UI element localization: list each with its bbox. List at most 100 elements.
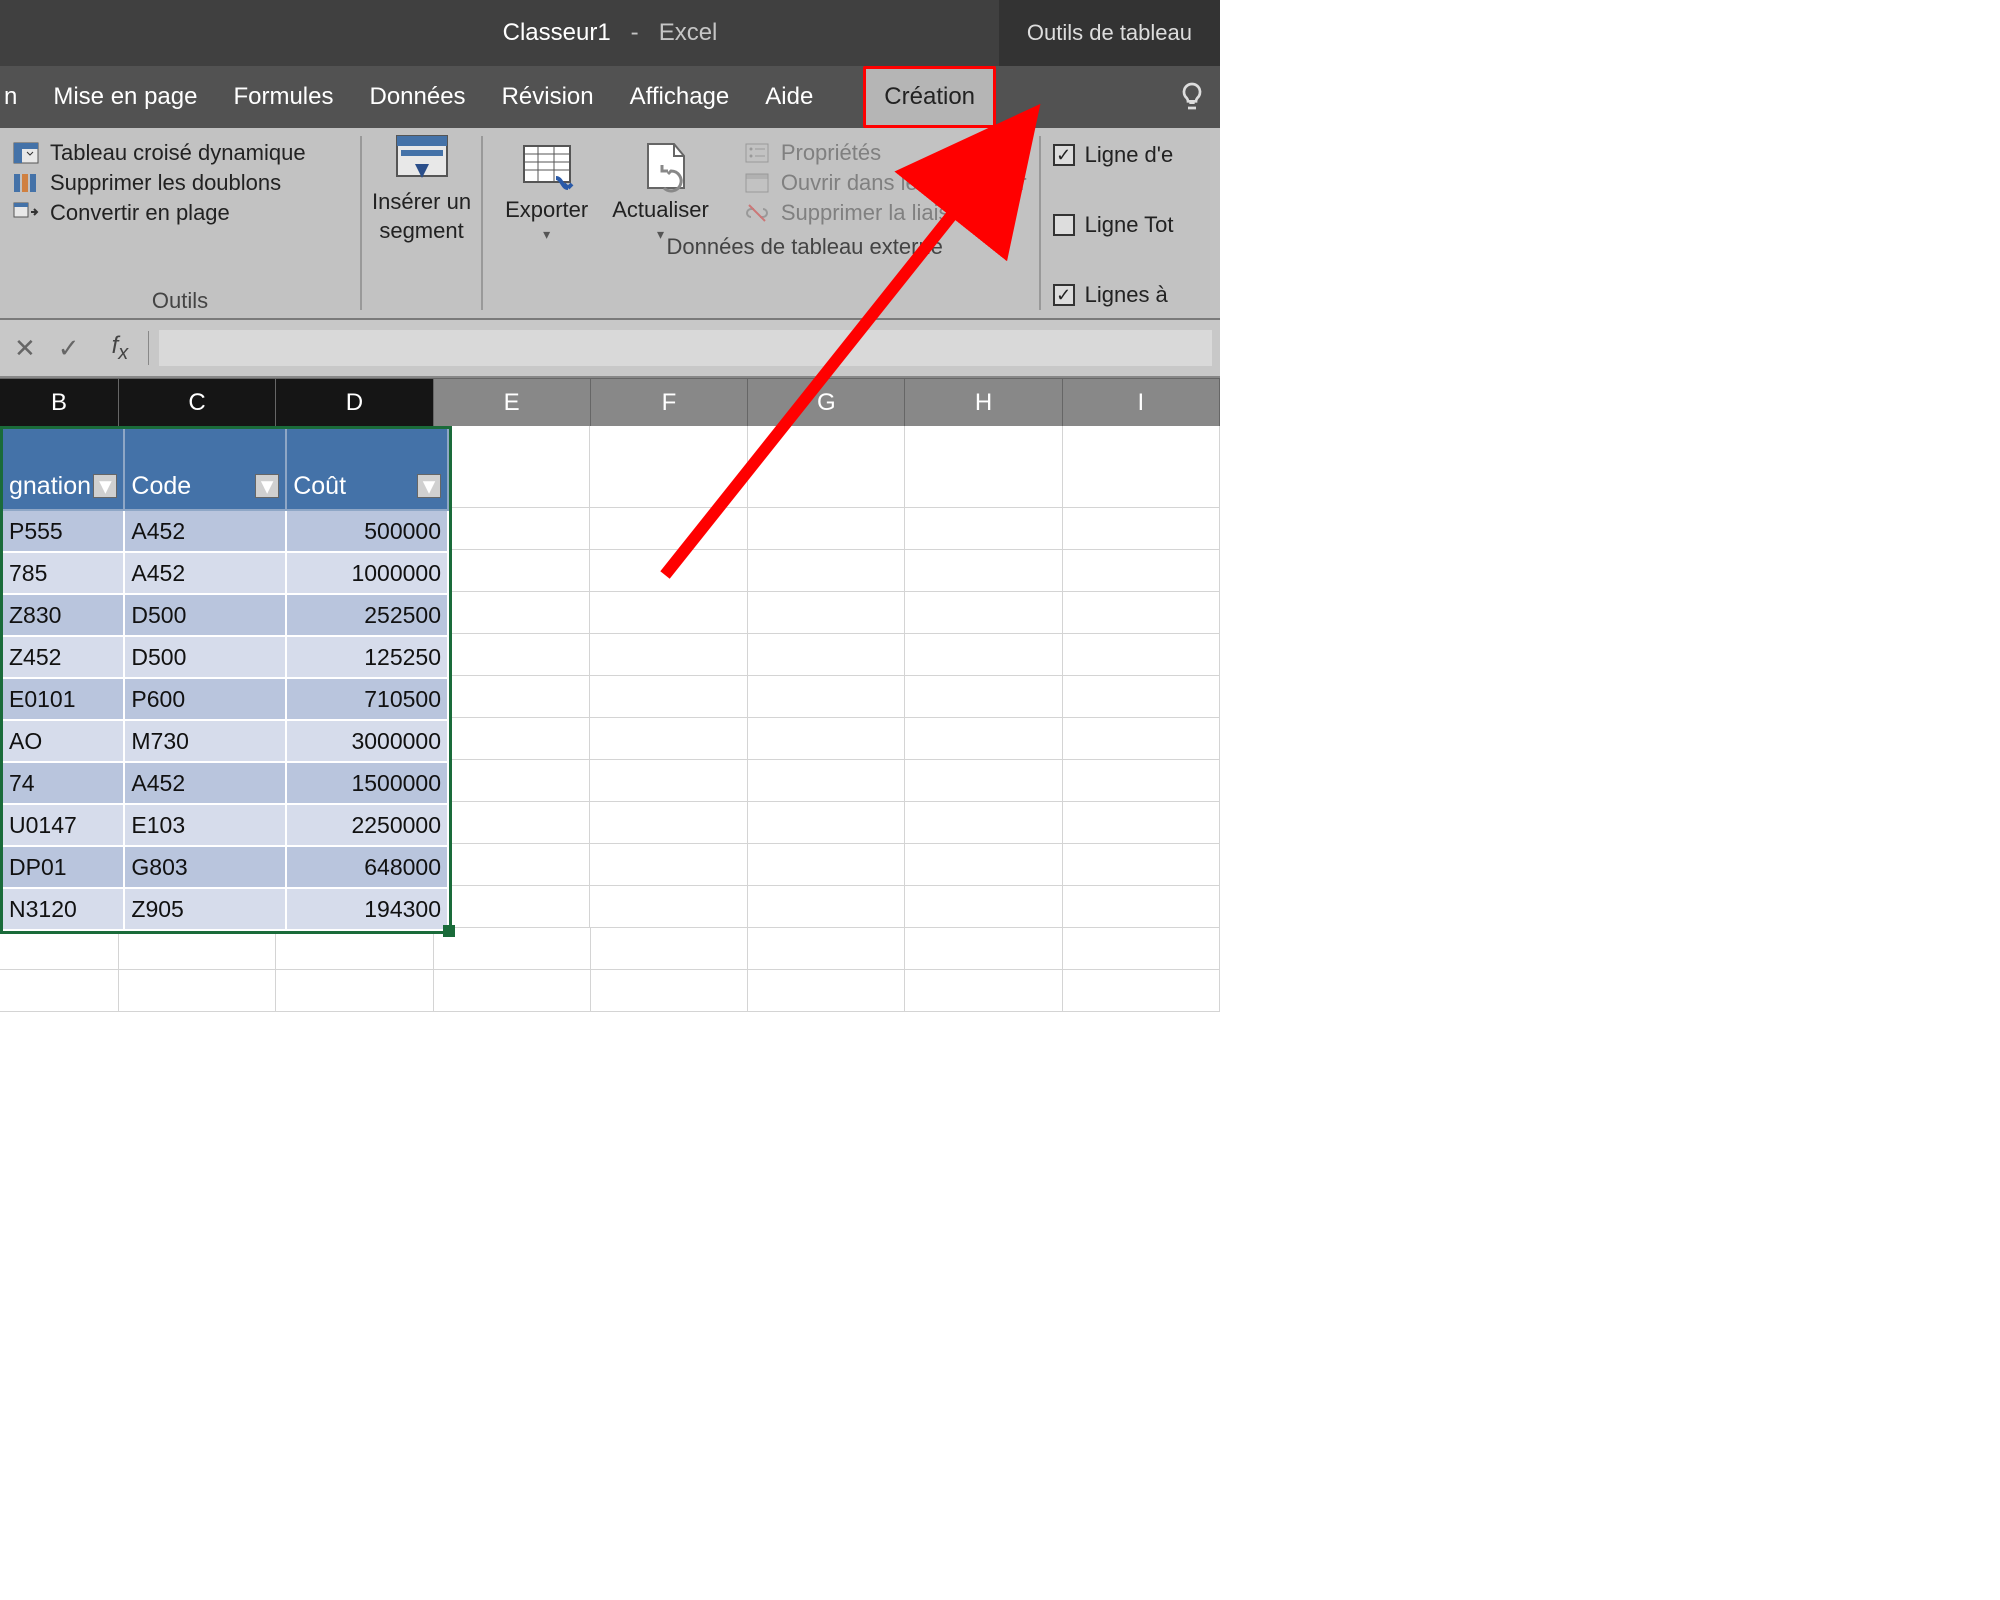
- cell[interactable]: [748, 886, 906, 928]
- cell[interactable]: [590, 844, 748, 886]
- table-header-designation[interactable]: gnation ▾: [3, 429, 125, 511]
- cell[interactable]: AO: [3, 721, 125, 763]
- table-header-code[interactable]: Code ▾: [125, 429, 287, 511]
- cell[interactable]: [276, 970, 433, 1012]
- cell[interactable]: [590, 508, 748, 550]
- cell[interactable]: [590, 592, 748, 634]
- btn-refresh[interactable]: Actualiser ▾: [602, 136, 719, 247]
- col-header-i[interactable]: I: [1063, 379, 1220, 426]
- tab-data[interactable]: Données: [351, 66, 483, 128]
- cell[interactable]: [748, 426, 906, 508]
- tab-page-layout[interactable]: Mise en page: [35, 66, 215, 128]
- formula-cancel-btn[interactable]: ✕: [8, 333, 42, 364]
- cell[interactable]: A452: [125, 553, 287, 595]
- cell[interactable]: G803: [125, 847, 287, 889]
- cell[interactable]: [748, 550, 906, 592]
- check-total-row[interactable]: Ligne Tot: [1053, 212, 1174, 238]
- filter-dropdown-icon[interactable]: ▾: [93, 474, 117, 498]
- cell[interactable]: [433, 592, 591, 634]
- formula-input[interactable]: [159, 330, 1212, 366]
- cell[interactable]: [905, 886, 1063, 928]
- cell[interactable]: D500: [125, 637, 287, 679]
- tab-review[interactable]: Révision: [484, 66, 612, 128]
- cell[interactable]: U0147: [3, 805, 125, 847]
- contextual-tab-table-tools[interactable]: Outils de tableau: [999, 0, 1220, 66]
- cell[interactable]: [433, 676, 591, 718]
- tab-creation[interactable]: Création: [863, 66, 996, 128]
- cell[interactable]: 3000000: [287, 721, 449, 763]
- col-header-h[interactable]: H: [905, 379, 1062, 426]
- cell[interactable]: [276, 928, 433, 970]
- cell[interactable]: 1500000: [287, 763, 449, 805]
- cell[interactable]: [433, 550, 591, 592]
- tab-view[interactable]: Affichage: [612, 66, 748, 128]
- cell[interactable]: [1063, 928, 1220, 970]
- cell[interactable]: [1063, 886, 1221, 928]
- cell[interactable]: P600: [125, 679, 287, 721]
- cell[interactable]: [748, 508, 906, 550]
- fx-label[interactable]: fx: [112, 332, 129, 365]
- cell[interactable]: [119, 970, 276, 1012]
- tab-help[interactable]: Aide: [747, 66, 831, 128]
- cell[interactable]: [1063, 802, 1221, 844]
- cell[interactable]: Z830: [3, 595, 125, 637]
- cell[interactable]: 1000000: [287, 553, 449, 595]
- cell[interactable]: [1063, 508, 1221, 550]
- btn-remove-duplicates[interactable]: Supprimer les doublons: [12, 170, 348, 196]
- cell[interactable]: [905, 760, 1063, 802]
- tab-formulas[interactable]: Formules: [215, 66, 351, 128]
- cell[interactable]: [0, 970, 119, 1012]
- cell[interactable]: [1063, 676, 1221, 718]
- cell[interactable]: [433, 760, 591, 802]
- cell[interactable]: [434, 928, 591, 970]
- tell-me-icon[interactable]: [1176, 80, 1208, 119]
- cell[interactable]: [748, 928, 905, 970]
- cell[interactable]: [905, 928, 1062, 970]
- formula-accept-btn[interactable]: ✓: [52, 333, 86, 364]
- cell[interactable]: [591, 928, 748, 970]
- cell[interactable]: [905, 426, 1063, 508]
- cell[interactable]: [1063, 970, 1220, 1012]
- cell[interactable]: [433, 508, 591, 550]
- cell[interactable]: [748, 592, 906, 634]
- cell[interactable]: [748, 970, 905, 1012]
- cell[interactable]: A452: [125, 763, 287, 805]
- tab-partial-left[interactable]: n: [0, 66, 35, 128]
- cell[interactable]: [905, 676, 1063, 718]
- cell[interactable]: [1063, 426, 1221, 508]
- cell[interactable]: [590, 634, 748, 676]
- cell[interactable]: E0101: [3, 679, 125, 721]
- cell[interactable]: [905, 508, 1063, 550]
- cell[interactable]: [1063, 634, 1221, 676]
- btn-export[interactable]: Exporter ▾: [495, 136, 598, 247]
- cell[interactable]: [433, 426, 591, 508]
- table-resize-handle[interactable]: [443, 925, 455, 937]
- filter-dropdown-icon[interactable]: ▾: [417, 474, 441, 498]
- cell[interactable]: 785: [3, 553, 125, 595]
- cell[interactable]: P555: [3, 511, 125, 553]
- cell[interactable]: [1063, 844, 1221, 886]
- cell[interactable]: N3120: [3, 889, 125, 931]
- cell[interactable]: [590, 718, 748, 760]
- cell[interactable]: 194300: [287, 889, 449, 931]
- btn-pivot-table[interactable]: Tableau croisé dynamique: [12, 140, 348, 166]
- cell[interactable]: [1063, 550, 1221, 592]
- cell[interactable]: [590, 426, 748, 508]
- cell[interactable]: [748, 844, 906, 886]
- cell[interactable]: [905, 592, 1063, 634]
- cell[interactable]: [119, 928, 276, 970]
- cell[interactable]: [748, 634, 906, 676]
- cell[interactable]: [905, 802, 1063, 844]
- cell[interactable]: [591, 970, 748, 1012]
- cell[interactable]: [1063, 760, 1221, 802]
- excel-table[interactable]: gnation ▾ Code ▾ Coût ▾ P555A45250000078…: [0, 426, 452, 934]
- cell[interactable]: [434, 970, 591, 1012]
- col-header-f[interactable]: F: [591, 379, 748, 426]
- cell[interactable]: [433, 634, 591, 676]
- filter-dropdown-icon[interactable]: ▾: [255, 474, 279, 498]
- col-header-d[interactable]: D: [276, 379, 433, 426]
- cell[interactable]: [748, 760, 906, 802]
- cell[interactable]: Z452: [3, 637, 125, 679]
- cell[interactable]: [433, 844, 591, 886]
- cell[interactable]: 2250000: [287, 805, 449, 847]
